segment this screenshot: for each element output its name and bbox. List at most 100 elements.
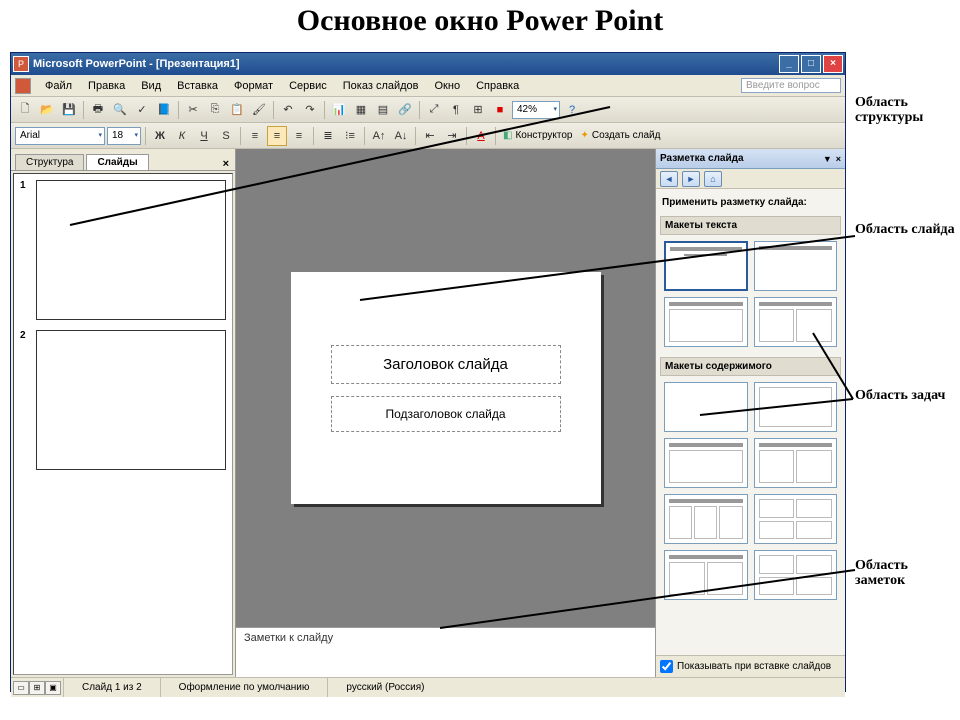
font-color-icon[interactable]: A bbox=[471, 126, 491, 146]
maximize-button[interactable]: □ bbox=[801, 55, 821, 73]
layout-two-content[interactable] bbox=[754, 297, 838, 347]
open-icon[interactable]: 📂 bbox=[37, 100, 57, 120]
layout-three-content[interactable] bbox=[664, 494, 748, 544]
tab-structure[interactable]: Структура bbox=[15, 154, 84, 170]
layout-title[interactable] bbox=[664, 241, 748, 291]
slide-editor-pane: Заголовок слайда Подзаголовок слайда Зам… bbox=[236, 149, 655, 677]
menu-edit[interactable]: Правка bbox=[80, 78, 133, 94]
nav-forward-icon[interactable]: ► bbox=[682, 171, 700, 187]
outline-thumbnail-pane: Структура Слайды × 1 2 bbox=[11, 149, 236, 677]
menu-file[interactable]: Файл bbox=[37, 78, 80, 94]
document-menu-icon[interactable] bbox=[15, 78, 31, 94]
designer-button[interactable]: ◧Конструктор bbox=[500, 130, 575, 141]
tables-borders-icon[interactable]: ▤ bbox=[373, 100, 393, 120]
copy-icon[interactable]: ⎘ bbox=[205, 100, 225, 120]
bold-button[interactable]: Ж bbox=[150, 126, 170, 146]
nav-home-icon[interactable]: ⌂ bbox=[704, 171, 722, 187]
powerpoint-icon: P bbox=[13, 56, 29, 72]
shadow-button[interactable]: S bbox=[216, 126, 236, 146]
menu-window[interactable]: Окно bbox=[427, 78, 469, 94]
menu-slideshow[interactable]: Показ слайдов bbox=[335, 78, 427, 94]
align-center-icon[interactable]: ≡ bbox=[267, 126, 287, 146]
fontsize-combo[interactable]: 18 bbox=[107, 127, 141, 145]
slide-thumbnail[interactable]: 2 bbox=[20, 330, 226, 470]
color-icon[interactable]: ■ bbox=[490, 100, 510, 120]
menu-format[interactable]: Формат bbox=[226, 78, 281, 94]
page-title: Основное окно Power Point bbox=[0, 0, 960, 48]
undo-icon[interactable]: ↶ bbox=[278, 100, 298, 120]
expand-icon[interactable]: ⤢ bbox=[424, 100, 444, 120]
layout-blank[interactable] bbox=[664, 382, 748, 432]
research-icon[interactable]: 📘 bbox=[154, 100, 174, 120]
decrease-font-icon[interactable]: A↓ bbox=[391, 126, 411, 146]
format-painter-icon[interactable]: 🖌 bbox=[249, 100, 269, 120]
increase-indent-icon[interactable]: ⇥ bbox=[442, 126, 462, 146]
sorter-view-icon[interactable]: ⊞ bbox=[29, 681, 45, 695]
annotation-structure: Область структуры bbox=[855, 95, 960, 126]
notes-pane[interactable]: Заметки к слайду bbox=[236, 627, 655, 677]
font-combo[interactable]: Arial bbox=[15, 127, 105, 145]
underline-button[interactable]: Ч bbox=[194, 126, 214, 146]
slide-canvas[interactable]: Заголовок слайда Подзаголовок слайда bbox=[291, 272, 601, 504]
layout-content[interactable] bbox=[754, 382, 838, 432]
spellcheck-icon[interactable]: ✓ bbox=[132, 100, 152, 120]
cut-icon[interactable]: ✂ bbox=[183, 100, 203, 120]
tab-slides[interactable]: Слайды bbox=[86, 154, 148, 170]
layout-title-only[interactable] bbox=[754, 241, 838, 291]
numbered-list-icon[interactable]: ≣ bbox=[318, 126, 338, 146]
title-placeholder[interactable]: Заголовок слайда bbox=[331, 345, 561, 384]
paste-icon[interactable]: 📋 bbox=[227, 100, 247, 120]
italic-button[interactable]: К bbox=[172, 126, 192, 146]
minimize-button[interactable]: _ bbox=[779, 55, 799, 73]
layout-two-content-b[interactable] bbox=[754, 438, 838, 488]
grid-icon[interactable]: ⊞ bbox=[468, 100, 488, 120]
section-text-layouts: Макеты текста bbox=[660, 216, 841, 235]
table-icon[interactable]: ▦ bbox=[351, 100, 371, 120]
print-preview-icon[interactable]: 🔍 bbox=[110, 100, 130, 120]
menu-tools[interactable]: Сервис bbox=[281, 78, 335, 94]
close-button[interactable]: × bbox=[823, 55, 843, 73]
normal-view-icon[interactable]: ▭ bbox=[13, 681, 29, 695]
show-formatting-icon[interactable]: ¶ bbox=[446, 100, 466, 120]
menu-help[interactable]: Справка bbox=[468, 78, 527, 94]
menu-view[interactable]: Вид bbox=[133, 78, 169, 94]
subtitle-placeholder[interactable]: Подзаголовок слайда bbox=[331, 396, 561, 432]
new-icon[interactable]: 🗋 bbox=[15, 100, 35, 120]
thumbnail-list[interactable]: 1 2 bbox=[13, 173, 233, 675]
layout-title-content[interactable] bbox=[664, 297, 748, 347]
align-left-icon[interactable]: ≡ bbox=[245, 126, 265, 146]
decrease-indent-icon[interactable]: ⇤ bbox=[420, 126, 440, 146]
leftpane-close-icon[interactable]: × bbox=[223, 158, 229, 170]
taskpane-body[interactable]: Применить разметку слайда: Макеты текста bbox=[656, 189, 845, 655]
help-search-input[interactable]: Введите вопрос bbox=[741, 78, 841, 93]
chart-icon[interactable]: 📊 bbox=[329, 100, 349, 120]
slideshow-view-icon[interactable]: ▣ bbox=[45, 681, 61, 695]
layout-comparison[interactable] bbox=[664, 550, 748, 600]
taskpane-close-icon[interactable]: × bbox=[836, 154, 841, 164]
layout-content-caption[interactable] bbox=[664, 438, 748, 488]
layout-four-content[interactable] bbox=[754, 494, 838, 544]
layout-grid[interactable] bbox=[754, 550, 838, 600]
menu-insert[interactable]: Вставка bbox=[169, 78, 226, 94]
redo-icon[interactable]: ↷ bbox=[300, 100, 320, 120]
view-buttons: ▭ ⊞ ▣ bbox=[11, 681, 63, 695]
leftpane-tabs: Структура Слайды × bbox=[11, 149, 235, 171]
bullet-list-icon[interactable]: ⁝≡ bbox=[340, 126, 360, 146]
taskpane-nav: ◄ ► ⌂ bbox=[656, 169, 845, 189]
print-icon[interactable]: 🖶 bbox=[88, 100, 108, 120]
help-icon[interactable]: ? bbox=[562, 100, 582, 120]
thumbnail-number: 2 bbox=[20, 330, 30, 470]
slide-thumbnail[interactable]: 1 bbox=[20, 180, 226, 320]
align-right-icon[interactable]: ≡ bbox=[289, 126, 309, 146]
hyperlink-icon[interactable]: 🔗 bbox=[395, 100, 415, 120]
show-on-insert-checkbox[interactable] bbox=[660, 660, 673, 673]
taskpane-dropdown-icon[interactable]: ▼ bbox=[823, 154, 832, 164]
new-slide-button[interactable]: ✦Создать слайд bbox=[577, 130, 663, 141]
slide-stage[interactable]: Заголовок слайда Подзаголовок слайда bbox=[236, 149, 655, 627]
increase-font-icon[interactable]: A↑ bbox=[369, 126, 389, 146]
thumbnail-preview bbox=[36, 330, 226, 470]
zoom-combo[interactable]: 42% bbox=[512, 101, 560, 119]
nav-back-icon[interactable]: ◄ bbox=[660, 171, 678, 187]
taskpane-header: Разметка слайда ▼ × bbox=[656, 149, 845, 169]
save-icon[interactable]: 💾 bbox=[59, 100, 79, 120]
